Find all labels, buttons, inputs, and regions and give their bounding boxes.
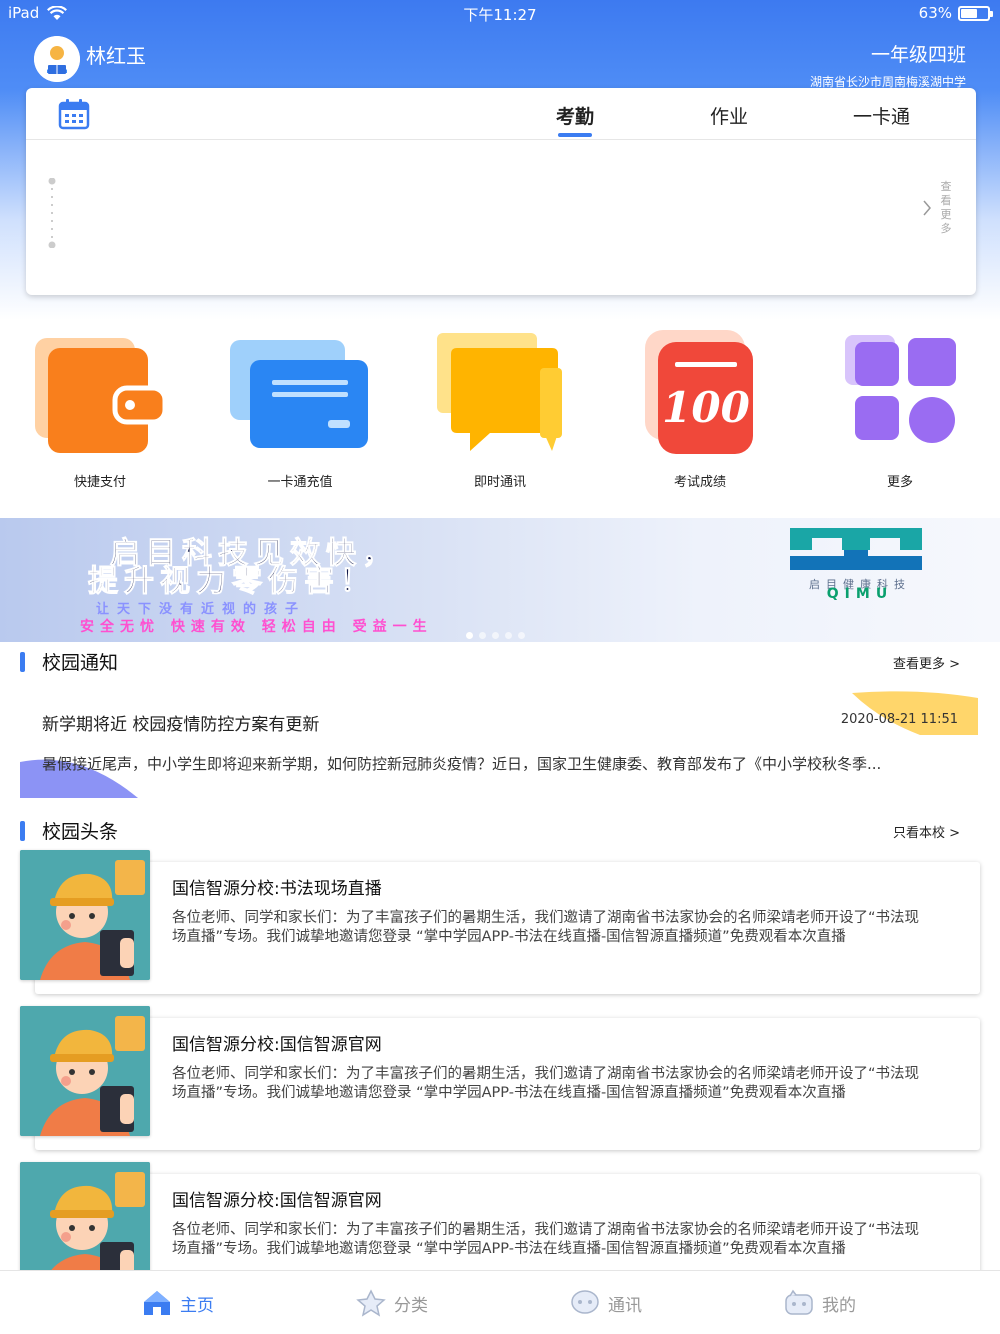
tab-homework[interactable]: 作业 (710, 102, 748, 129)
user-name: 林红玉 (86, 43, 146, 68)
headline-title: 国信智源分校:国信智源官网 (172, 1035, 382, 1055)
headline-summary: 各位老师、同学和家长们：为了丰富孩子们的暑期生活，我们邀请了湖南省书法家协会的名… (172, 910, 920, 945)
banner-pager[interactable] (466, 632, 525, 639)
wallet-icon (35, 338, 168, 453)
avatar (34, 36, 80, 82)
tab-campus-card[interactable]: 一卡通 (853, 102, 910, 129)
score-100-icon: 100 (645, 330, 753, 454)
pager-dot[interactable] (492, 632, 499, 639)
banner-features: 安全无忧 快速有效 轻松自由 受益一生 (80, 619, 433, 635)
quick-actions: 快捷支付 一卡通充值 即时通讯 100 考试成绩 更多 (0, 325, 1000, 495)
campus-notice-more-link[interactable]: 查看更多 > (893, 653, 960, 672)
tab-home-label: 主页 (180, 1295, 214, 1316)
notice-date: 2020-08-21 11:51 (840, 712, 958, 727)
campus-headlines-header: 校园头条 只看本校 > (20, 817, 980, 847)
tab-profile-label: 我的 (822, 1295, 856, 1316)
quick-pay-label: 快捷支付 (73, 475, 126, 490)
message-icon (571, 1290, 599, 1314)
notice-body: 暑假接近尾声，中小学生即将迎来新学期，如何防控新冠肺炎疫情？近日，国家卫生健康委… (42, 755, 882, 773)
attendance-card: 考勤 作业 一卡通 查看更多 (26, 88, 976, 295)
pager-dot[interactable] (466, 632, 473, 639)
headline-item[interactable]: 国信智源分校:书法现场直播 各位老师、同学和家长们：为了丰富孩子们的暑期生活，我… (20, 850, 980, 998)
card-icon (230, 340, 368, 448)
tab-category[interactable]: 分类 (356, 1289, 428, 1317)
campus-headlines-filter-link[interactable]: 只看本校 > (893, 822, 960, 841)
headline-title: 国信智源分校:国信智源官网 (172, 1191, 382, 1211)
tab-campus-card-label: 一卡通 (853, 106, 911, 128)
tab-home[interactable]: 主页 (142, 1289, 214, 1317)
tab-attendance[interactable]: 考勤 (556, 102, 595, 137)
more-grid-icon (845, 335, 956, 443)
banner-slogan: 让天下没有近视的孩子 (96, 602, 307, 617)
headline-item[interactable]: 国信智源分校:国信智源官网 各位老师、同学和家长们：为了丰富孩子们的暑期生活，我… (20, 1006, 980, 1154)
exam-score-label: 考试成绩 (673, 475, 726, 490)
instant-message-label: 即时通讯 (473, 475, 526, 490)
tab-homework-label: 作业 (710, 106, 749, 128)
status-bar: iPad 下午11:27 63% (0, 0, 1000, 28)
battery-icon (958, 5, 993, 21)
see-more-label: 查看更多 (940, 180, 952, 235)
category-icon (356, 1289, 386, 1317)
section-marker (20, 652, 25, 672)
tab-messages-label: 通讯 (608, 1295, 642, 1316)
campus-notice-header: 校园通知 查看更多 > (20, 648, 980, 678)
timeline-dots (48, 178, 56, 248)
pager-dot[interactable] (505, 632, 512, 639)
calendar-icon[interactable] (58, 98, 90, 130)
promo-banner[interactable]: 启目科技见效快， 提升视力零伤害！ 让天下没有近视的孩子 安全无忧 快速有效 轻… (0, 518, 1000, 642)
qimu-logo-icon (790, 528, 922, 570)
headline-thumbnail (20, 850, 150, 980)
tab-attendance-label: 考勤 (556, 106, 595, 128)
card-recharge-label: 一卡通充值 (267, 475, 333, 490)
chevron-right-icon (923, 200, 931, 216)
class-info: 一年级四班 湖南省长沙市周南梅溪湖中学 (810, 40, 966, 90)
tab-profile[interactable]: 我的 (784, 1289, 856, 1317)
tab-messages[interactable]: 通讯 (570, 1289, 642, 1317)
user-profile[interactable]: 林红玉 (34, 36, 146, 82)
campus-notice-title: 校园通知 (42, 652, 119, 674)
notice-decoration (20, 691, 978, 798)
banner-logo-en: QIMU (826, 586, 894, 602)
bottom-tab-bar: 主页 分类 通讯 我的 (0, 1270, 1000, 1334)
more-apps-label: 更多 (886, 475, 913, 490)
notice-title: 新学期将近 校园疫情防控方案有更新 (42, 715, 320, 735)
headline-thumbnail (20, 1006, 150, 1136)
chat-icon (437, 333, 562, 451)
home-icon (144, 1291, 170, 1315)
see-more-attendance[interactable]: 查看更多 (922, 180, 952, 236)
class-grade: 一年级四班 (870, 44, 966, 66)
headline-title: 国信智源分校:书法现场直播 (172, 879, 382, 899)
campus-headlines-title: 校园头条 (42, 821, 119, 843)
banner-logo: 启目健康科技 QIMU (760, 526, 960, 616)
banner-headline-2: 提升视力零伤害！ (88, 564, 376, 600)
tab-category-label: 分类 (394, 1295, 428, 1316)
pager-dot[interactable] (518, 632, 525, 639)
pager-dot[interactable] (479, 632, 486, 639)
svg-text:100: 100 (662, 383, 750, 432)
profile-icon (785, 1289, 813, 1315)
battery-percent: 63% (918, 4, 952, 22)
status-time: 下午11:27 (463, 6, 537, 24)
top-tab-bar: 考勤 作业 一卡通 (26, 88, 976, 140)
notice-item[interactable]: 新学期将近 校园疫情防控方案有更新 2020-08-21 11:51 暑假接近尾… (20, 690, 980, 800)
section-marker (20, 821, 25, 841)
headline-summary: 各位老师、同学和家长们：为了丰富孩子们的暑期生活，我们邀请了湖南省书法家协会的名… (172, 1066, 920, 1101)
headline-summary: 各位老师、同学和家长们：为了丰富孩子们的暑期生活，我们邀请了湖南省书法家协会的名… (172, 1222, 920, 1257)
active-tab-indicator (558, 133, 593, 137)
